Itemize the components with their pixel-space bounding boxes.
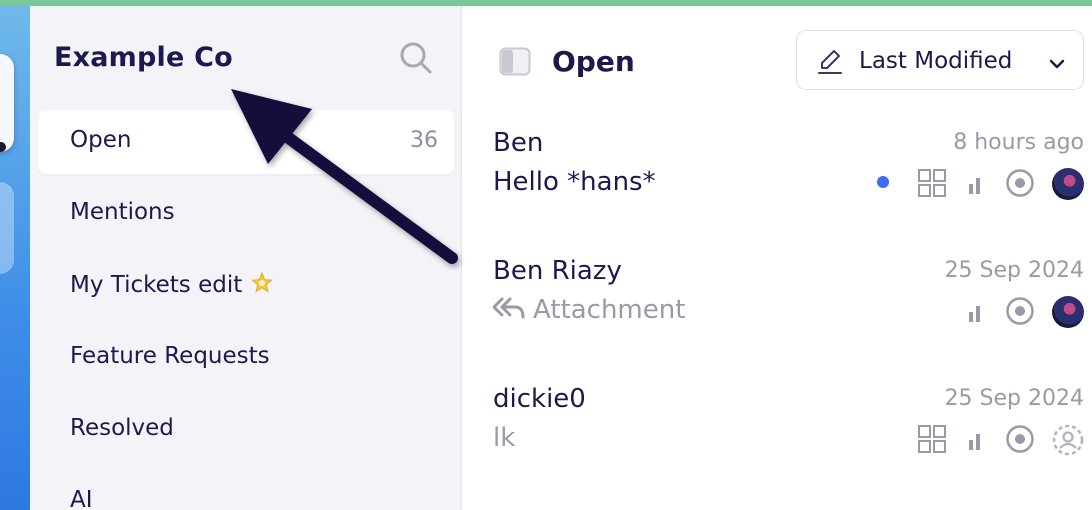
sidebar-item-label: My Tickets edit (70, 272, 243, 298)
sidebar-item-label: Feature Requests (70, 343, 270, 369)
status-open-icon[interactable] (1005, 296, 1035, 326)
status-open-icon[interactable] (1005, 424, 1035, 454)
sidebar-item-label: Open (70, 127, 132, 153)
search-icon[interactable] (398, 40, 434, 76)
reply-all-icon (492, 296, 525, 319)
app-rail (0, 6, 30, 510)
conversation-list-panel: Open Last Modified Ben 8 hours ago Hello… (463, 6, 1092, 510)
sidebar-item-resolved[interactable]: Resolved (38, 398, 454, 462)
conversation-row[interactable]: Ben 8 hours ago Hello *hans* (463, 128, 1092, 248)
priority-bars-icon[interactable] (968, 304, 984, 322)
sidebar-item-label: Resolved (70, 415, 174, 441)
conversation-time: 25 Sep 2024 (944, 386, 1084, 411)
chevron-down-icon (1049, 55, 1065, 69)
sidebar-item-ai[interactable]: AI (38, 470, 454, 510)
grid-icon[interactable] (917, 424, 947, 454)
conversation-preview: Attachment (533, 295, 686, 325)
sidebar-item-label-wrap: My Tickets edit (70, 271, 274, 298)
unassigned-user-icon[interactable] (1052, 424, 1084, 456)
page-title: Open (552, 45, 635, 78)
sidebar-item-label: AI (70, 487, 93, 510)
status-open-icon[interactable] (1005, 168, 1035, 198)
grid-icon[interactable] (917, 168, 947, 198)
sidebar-item-label: Mentions (70, 199, 175, 225)
conversation-row[interactable]: Ben Riazy 25 Sep 2024 Attachment (463, 256, 1092, 376)
avatar[interactable] (1052, 296, 1084, 328)
app-tile[interactable] (0, 54, 14, 152)
conversation-name: Ben (493, 128, 544, 158)
avatar[interactable] (1052, 168, 1084, 200)
conversation-preview: lk (493, 423, 516, 453)
sort-label: Last Modified (859, 48, 1013, 74)
priority-bars-icon[interactable] (968, 432, 984, 450)
conversation-time: 8 hours ago (953, 130, 1084, 155)
sparkle-star-icon (250, 271, 274, 295)
app-tile[interactable] (0, 182, 14, 274)
conversation-name: Ben Riazy (493, 256, 622, 286)
pencil-icon (817, 47, 843, 75)
sidebar-item-feature-requests[interactable]: Feature Requests (38, 326, 454, 390)
unread-dot-icon (877, 176, 889, 188)
annotation-arrow-icon (220, 80, 470, 270)
conversation-row[interactable]: dickie0 25 Sep 2024 lk (463, 384, 1092, 504)
conversation-name: dickie0 (493, 384, 586, 414)
priority-bars-icon[interactable] (968, 176, 984, 194)
conversation-preview: Hello *hans* (493, 167, 656, 197)
conversation-preview-wrap: Attachment (492, 295, 686, 325)
sidebar-toggle-icon[interactable] (499, 47, 531, 76)
conversation-time: 25 Sep 2024 (944, 258, 1084, 283)
workspace-name[interactable]: Example Co (54, 42, 233, 73)
sort-dropdown[interactable]: Last Modified (796, 30, 1084, 90)
